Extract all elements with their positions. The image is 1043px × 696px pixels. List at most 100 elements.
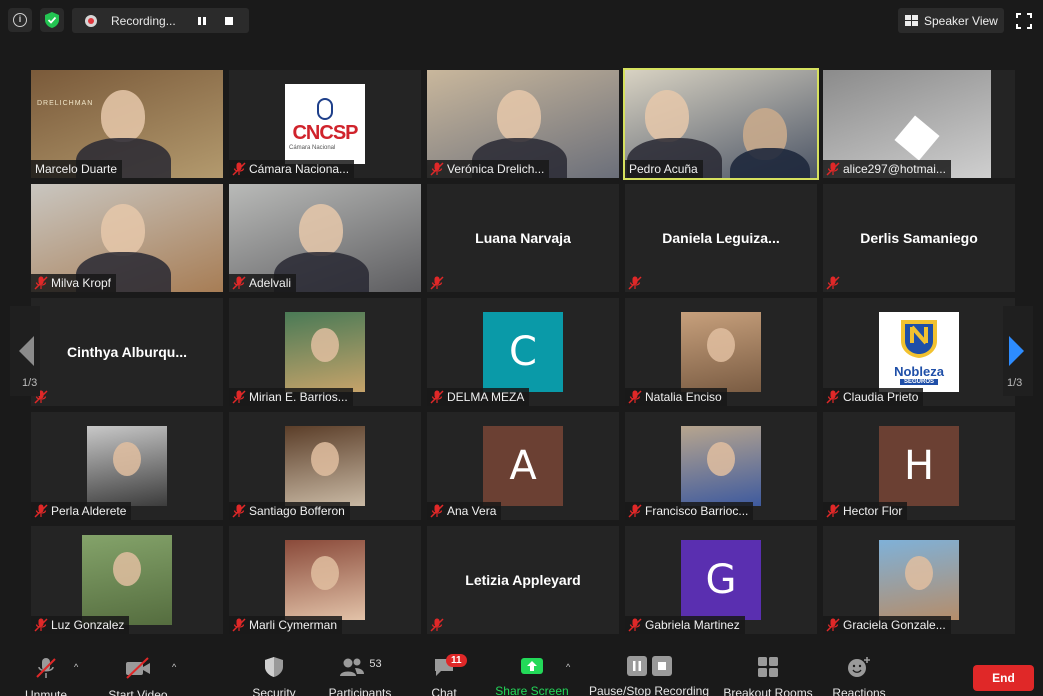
muted-mic-icon [231,617,247,633]
participant-tile[interactable]: alice297@hotmai... [823,70,1015,178]
participant-tile[interactable]: G Gabriela Martinez [625,526,817,634]
participant-tile[interactable]: Perla Alderete [31,412,223,520]
page-indicator-right: 1/3 [1007,377,1023,389]
encryption-shield-button[interactable] [40,8,64,32]
chat-button[interactable]: 11 Chat [420,648,468,696]
muted-mic-icon [231,503,247,519]
muted-mic-icon [33,275,49,291]
muted-mic-icon [429,503,445,519]
stop-icon [651,656,672,676]
participant-name-bar: alice297@hotmai... [823,160,951,178]
participant-tile[interactable]: Adelvali [229,184,421,292]
participant-name: Gabriela Martinez [645,618,740,632]
profile-face [905,556,933,590]
profile-face [707,328,735,362]
participant-tile[interactable]: Milva Kropf [31,184,223,292]
participant-name: Cámara Naciona... [249,162,350,176]
participant-tile[interactable]: Luana Narvaja [427,184,619,292]
profile-face [113,442,141,476]
participant-name-bar: Verónica Drelich... [427,160,550,178]
muted-mic-icon [825,503,841,519]
unmute-label: Unmute [24,688,68,696]
shield-check-icon [45,12,59,28]
person-silhouette [101,204,145,256]
participant-name-bar: Pedro Acuña [625,160,703,178]
profile-face [707,442,735,476]
participant-name: Pedro Acuña [629,162,698,176]
fullscreen-icon[interactable] [1016,13,1032,29]
speaker-view-button[interactable]: Speaker View [898,8,1004,33]
cncsp-logo: CNCSP Cámara Nacional [285,84,365,164]
participant-tile[interactable]: Mirian E. Barrios... [229,298,421,406]
participant-tile[interactable]: Letizia Appleyard [427,526,619,634]
participant-tile[interactable]: H Hector Flor [823,412,1015,520]
pause-stop-recording-button[interactable]: Pause/Stop Recording [588,648,710,696]
participant-name-display: Daniela Leguiza... [662,230,780,246]
participant-tile[interactable]: Pedro Acuña [623,68,819,180]
share-screen-arrow-icon [521,658,543,674]
participant-tile[interactable]: Luz Gonzalez [31,526,223,634]
participant-name-bar: Ana Vera [427,502,502,520]
reactions-button[interactable]: Reactions [828,648,890,696]
participant-tile[interactable]: Derlis Samaniego [823,184,1015,292]
participant-tile[interactable]: Santiago Bofferon [229,412,421,520]
muted-mic-icon [627,617,643,633]
participant-name-bar: Santiago Bofferon [229,502,350,520]
profile-face [311,556,339,590]
start-video-label: Start Video [108,688,168,696]
meeting-toolbar: Unmute ^ Start Video ^ Security 53 Parti… [0,648,1043,696]
profile-face [311,442,339,476]
participant-name-bar [427,616,452,634]
end-meeting-button[interactable]: End [973,665,1034,691]
share-screen-button[interactable]: Share Screen [494,648,570,696]
muted-mic-icon [33,503,49,519]
participant-name-bar: Perla Alderete [31,502,132,520]
participant-tile[interactable]: Daniela Leguiza... [625,184,817,292]
participants-button[interactable]: 53 Participants [324,648,396,696]
video-options-caret[interactable]: ^ [172,662,176,672]
breakout-rooms-button[interactable]: Breakout Rooms [720,648,816,696]
share-options-caret[interactable]: ^ [566,662,570,672]
unmute-button[interactable]: Unmute [20,648,72,696]
participant-tile[interactable]: Verónica Drelich... [427,70,619,178]
video-camera-off-icon [126,657,150,679]
reactions-label: Reactions [832,686,886,696]
meeting-info-button[interactable]: i [8,8,32,32]
participant-tile[interactable]: C DELMA MEZA [427,298,619,406]
participant-name-bar: Francisco Barrioc... [625,502,754,520]
participant-name: Hector Flor [843,504,903,518]
muted-mic-icon [627,389,643,405]
top-bar: i Recording... Speaker View [0,0,1043,42]
security-shield-icon [265,657,283,677]
participant-tile[interactable]: Cinthya Alburqu... [31,298,223,406]
participant-name: Perla Alderete [51,504,127,518]
participant-tile[interactable]: Natalia Enciso [625,298,817,406]
participant-name-bar: Marcelo Duarte [31,160,123,178]
participant-tile[interactable]: Marli Cymerman [229,526,421,634]
participant-name-display: Luana Narvaja [475,230,571,246]
participant-tile[interactable]: CNCSP Cámara Nacional Cámara Naciona... [229,70,421,178]
participant-tile[interactable]: DRELICHMAN Marcelo Duarte [31,70,223,178]
muted-mic-icon [825,617,841,633]
stop-recording-button[interactable] [218,13,240,29]
participant-name-display: Cinthya Alburqu... [66,344,188,360]
participant-tile[interactable]: Francisco Barrioc... [625,412,817,520]
nobleza-logo: Nobleza SEGUROS [879,312,959,392]
recording-indicator: Recording... [72,8,249,33]
security-label: Security [252,686,296,696]
pause-recording-button[interactable] [191,13,213,29]
muted-mic-icon [825,161,841,177]
participant-name: Claudia Prieto [843,390,919,404]
drelichman-logo: DRELICHMAN [37,100,94,107]
grid-view-icon [905,15,918,26]
audio-options-caret[interactable]: ^ [74,662,78,672]
participant-name: Natalia Enciso [645,390,722,404]
participant-name-bar: Hector Flor [823,502,908,520]
participant-tile[interactable]: Graciela Gonzale... [823,526,1015,634]
participant-tile[interactable]: Nobleza SEGUROS Claudia Prieto [823,298,1015,406]
participants-icon [340,658,365,676]
participant-name-bar: Claudia Prieto [823,388,924,406]
participant-tile[interactable]: A Ana Vera [427,412,619,520]
start-video-button[interactable]: Start Video [104,648,172,696]
security-button[interactable]: Security [248,648,300,696]
